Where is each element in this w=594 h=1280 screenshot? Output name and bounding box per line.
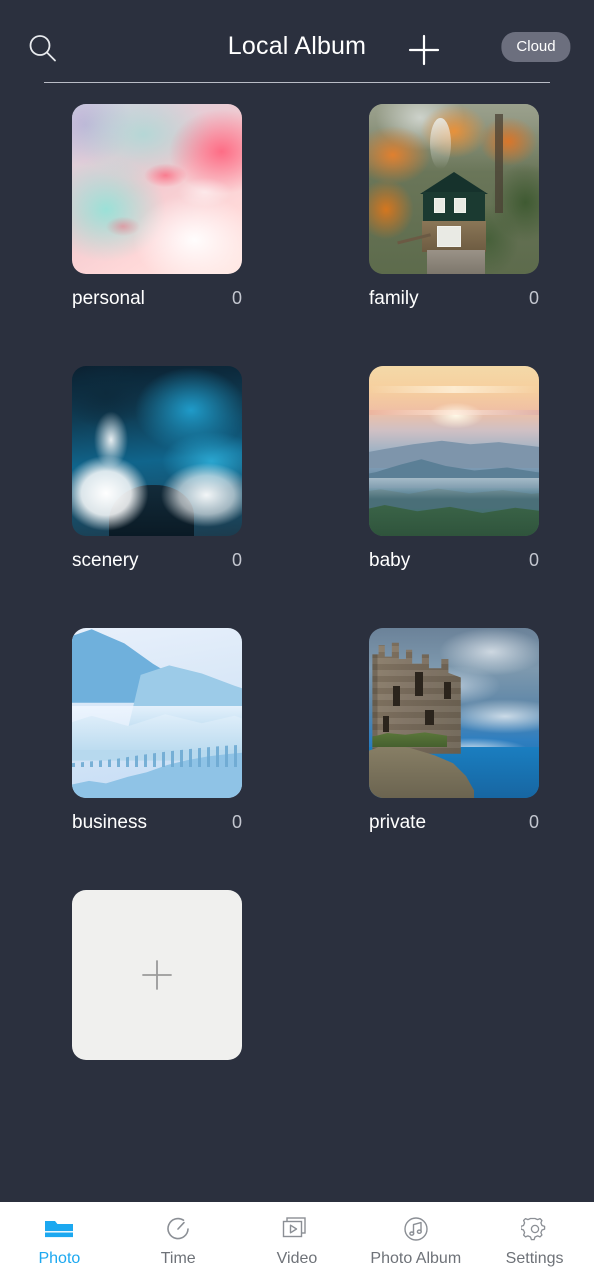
header-divider: [44, 82, 550, 83]
album-item-personal[interactable]: personal 0: [0, 104, 297, 310]
album-name: scenery: [72, 550, 139, 571]
album-name: business: [72, 812, 147, 833]
artwork-autumn-cabin-forest: [369, 104, 539, 274]
artwork-pink-teal-abstract-swirl: [72, 104, 242, 274]
add-album-tile[interactable]: [0, 890, 297, 1060]
album-count: 0: [528, 288, 539, 308]
nav-label: Photo Album: [370, 1250, 462, 1267]
album-thumbnail[interactable]: [369, 366, 539, 536]
album-thumbnail[interactable]: [72, 628, 242, 798]
album-meta: private 0: [369, 812, 539, 834]
album-meta: business 0: [72, 812, 242, 834]
album-count: 0: [231, 812, 242, 832]
album-name: personal: [72, 288, 145, 309]
album-count: 0: [528, 550, 539, 570]
album-name: family: [369, 288, 419, 309]
nav-item-time[interactable]: Time: [119, 1214, 238, 1268]
artwork-ocean-wave-crashing: [72, 366, 242, 536]
album-meta: personal 0: [72, 288, 242, 310]
gear-icon: [520, 1214, 549, 1244]
album-thumbnail[interactable]: [369, 104, 539, 274]
album-item-scenery[interactable]: scenery 0: [0, 366, 297, 572]
nav-label: Photo: [38, 1250, 81, 1267]
album-count: 0: [231, 550, 242, 570]
artwork-misty-blue-mountains: [72, 628, 242, 798]
album-item-baby[interactable]: baby 0: [297, 366, 594, 572]
album-meta: scenery 0: [72, 550, 242, 572]
cloud-badge[interactable]: Cloud: [501, 32, 571, 62]
album-item-family[interactable]: family 0: [297, 104, 594, 310]
album-item-private[interactable]: private 0: [297, 628, 594, 834]
album-thumbnail[interactable]: [72, 366, 242, 536]
nav-item-photo-album[interactable]: Photo Album: [356, 1214, 475, 1268]
add-album-button[interactable]: [72, 890, 242, 1060]
album-grid: personal 0 family 0 scenery 0 baby 0 bus…: [0, 104, 594, 1060]
nav-item-settings[interactable]: Settings: [475, 1214, 594, 1268]
artwork-castle-ruin-cliff: [369, 628, 539, 798]
album-thumbnail[interactable]: [72, 104, 242, 274]
album-screen: Local Album Cloud personal 0 family 0 sc…: [0, 0, 594, 1280]
album-meta: family 0: [369, 288, 539, 310]
folder-icon: [44, 1214, 74, 1244]
album-count: 0: [528, 812, 539, 832]
plus-icon: [142, 960, 172, 990]
video-icon: [282, 1214, 312, 1244]
album-meta: baby 0: [369, 550, 539, 572]
nav-label: Video: [276, 1250, 318, 1267]
nav-item-video[interactable]: Video: [238, 1214, 357, 1268]
album-count: 0: [231, 288, 242, 308]
album-item-business[interactable]: business 0: [0, 628, 297, 834]
add-album-header-button[interactable]: [406, 32, 442, 68]
artwork-mountain-sunrise: [369, 366, 539, 536]
album-name: baby: [369, 550, 411, 571]
bottom-navigation: Photo Time Video Photo Album Settings: [0, 1202, 594, 1280]
album-thumbnail[interactable]: [369, 628, 539, 798]
music-note-icon: [402, 1214, 430, 1244]
album-name: private: [369, 812, 427, 833]
nav-label: Settings: [505, 1250, 564, 1267]
clock-icon: [164, 1214, 192, 1244]
header: Local Album Cloud: [0, 0, 594, 83]
nav-label: Time: [160, 1250, 196, 1267]
nav-item-photo[interactable]: Photo: [0, 1214, 119, 1268]
